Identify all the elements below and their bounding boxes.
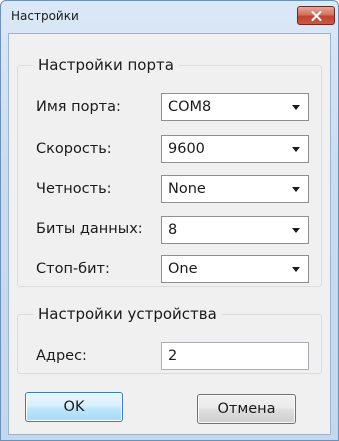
window-title: Настройки: [11, 9, 79, 23]
port-name-value: COM8: [168, 99, 212, 115]
title-bar[interactable]: Настройки: [1, 1, 338, 33]
port-name-label: Имя порта:: [36, 99, 121, 115]
stop-bits-label: Стоп-бит:: [36, 261, 110, 277]
chevron-down-icon: [292, 187, 300, 192]
data-bits-label: Биты данных:: [36, 221, 143, 237]
chevron-down-icon: [292, 105, 300, 110]
close-x-icon: [311, 11, 322, 21]
stop-bits-select[interactable]: One: [161, 255, 309, 283]
ok-button[interactable]: OK: [25, 392, 123, 422]
settings-dialog: Настройки Настройки порта Имя порта: COM…: [0, 0, 339, 441]
chevron-down-icon: [292, 267, 300, 272]
data-bits-value: 8: [168, 222, 178, 238]
baud-rate-value: 9600: [168, 141, 205, 157]
cancel-button[interactable]: Отмена: [197, 394, 296, 424]
stop-bits-value: One: [168, 261, 198, 277]
port-name-select[interactable]: COM8: [161, 93, 309, 121]
chevron-down-icon: [292, 228, 300, 233]
baud-rate-select[interactable]: 9600: [161, 135, 309, 163]
data-bits-select[interactable]: 8: [161, 216, 309, 244]
close-button[interactable]: [297, 6, 335, 25]
baud-rate-label: Скорость:: [36, 141, 112, 157]
parity-select[interactable]: None: [161, 175, 309, 203]
address-input[interactable]: [161, 342, 309, 370]
device-settings-group-title: Настройки устройства: [33, 305, 222, 323]
address-label: Адрес:: [36, 348, 87, 364]
dialog-client-area: Настройки порта Имя порта: COM8 Скорость…: [8, 33, 331, 435]
chevron-down-icon: [292, 147, 300, 152]
parity-label: Четность:: [36, 181, 112, 197]
parity-value: None: [168, 181, 206, 197]
port-settings-group-title: Настройки порта: [33, 56, 179, 74]
